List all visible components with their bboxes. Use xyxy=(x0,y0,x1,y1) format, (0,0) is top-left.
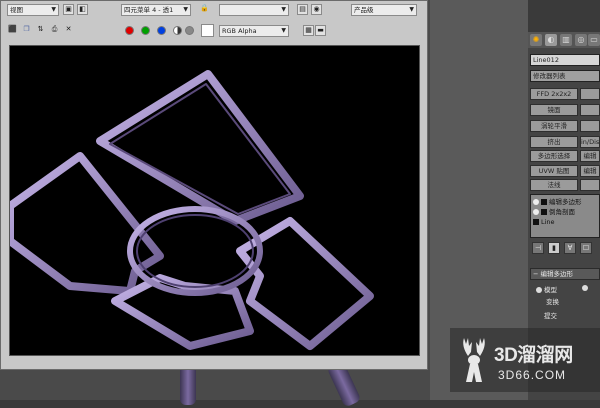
modifier-button[interactable]: 多边形选择 xyxy=(530,150,578,162)
radio-icon xyxy=(536,287,542,293)
render-viewport xyxy=(9,45,420,356)
modifier-stack: 编辑多边形 倒角剖面 Line xyxy=(530,194,600,238)
expand-icon[interactable] xyxy=(541,209,547,215)
edit-poly-rollout[interactable]: − 编辑多边形 xyxy=(530,268,600,280)
modifier-button[interactable]: 法线 xyxy=(530,179,578,191)
modifier-button[interactable] xyxy=(580,104,600,116)
alpha-channel-icon[interactable] xyxy=(173,26,182,35)
background-object xyxy=(180,365,196,405)
pin-stack-icon[interactable]: ⊣ xyxy=(532,242,544,254)
stack-controls: ⊣ ▮ ∀ ☐ xyxy=(530,242,600,256)
modifier-button[interactable]: 编辑 xyxy=(580,150,600,162)
blue-channel-icon[interactable] xyxy=(157,26,166,35)
rendered-ceiling-model xyxy=(10,70,374,350)
watermark: 3D溜溜网 3D66.COM xyxy=(450,328,600,392)
stack-item[interactable]: 倒角剖面 xyxy=(533,207,575,217)
view-dropdown[interactable]: 视图 ▼ xyxy=(7,4,59,16)
watermark-domain: 3D66.COM xyxy=(498,368,567,382)
green-channel-icon[interactable] xyxy=(141,26,150,35)
environment-icon[interactable]: ◉ xyxy=(311,4,322,15)
modifier-button[interactable] xyxy=(580,88,600,100)
hierarchy-tab-icon[interactable]: ▥ xyxy=(560,34,572,46)
object-name-field[interactable]: Line012 xyxy=(530,54,600,66)
clone-frame-icon[interactable]: ⇅ xyxy=(35,25,46,36)
modifier-button[interactable]: 挤出 xyxy=(530,136,578,148)
quad-menu-dropdown[interactable]: 四元菜单 4 - 透1 ▼ xyxy=(121,4,191,16)
watermark-brand: 3D溜溜网 xyxy=(494,345,573,366)
render-setup-icon[interactable]: ▤ xyxy=(297,4,308,15)
rendered-frame-window: 视图 ▼ ▣ ◧ 四元菜单 4 - 透1 ▼ 🔒 ▼ ▤ ◉ 产品级 ▼ ⬛ ❐ ⇅ … xyxy=(0,0,428,370)
modifier-button[interactable]: 编辑 xyxy=(580,165,600,177)
lightbulb-icon[interactable] xyxy=(533,209,539,215)
render-region-icon[interactable]: ▣ xyxy=(63,4,74,15)
toggle-overlay-icon[interactable]: ▬ xyxy=(315,25,326,36)
lock-icon[interactable]: 🔒 xyxy=(199,4,210,15)
commit-label[interactable]: 提交 xyxy=(544,310,557,320)
lightbulb-icon[interactable] xyxy=(533,199,539,205)
render-toolbar-bottom: ⬛ ❐ ⇅ ⎙ ✕ RGB Alpha ▼ ▦ ▬ xyxy=(3,23,425,39)
modifier-button[interactable] xyxy=(580,179,600,191)
command-panel-tabs: ✺ ◐ ▥ ◎ ▭ xyxy=(528,32,600,48)
modify-tab-icon[interactable]: ◐ xyxy=(545,34,557,46)
model-radio[interactable]: 模型 xyxy=(536,284,557,294)
modifier-list-dropdown[interactable]: 修改器列表 xyxy=(530,70,600,82)
display-tab-icon[interactable]: ▭ xyxy=(588,34,600,46)
create-tab-icon[interactable]: ✺ xyxy=(530,34,542,46)
crop-icon[interactable]: ◧ xyxy=(77,4,88,15)
modifier-button[interactable]: UVW 贴图 xyxy=(530,165,578,177)
motion-tab-icon[interactable]: ◎ xyxy=(575,34,587,46)
mono-channel-icon[interactable] xyxy=(185,26,194,35)
clear-icon[interactable]: ✕ xyxy=(63,25,74,36)
product-level-dropdown[interactable]: 产品级 ▼ xyxy=(351,4,417,16)
collapse-icon: − xyxy=(533,270,541,278)
make-unique-icon[interactable]: ∀ xyxy=(564,242,576,254)
print-icon[interactable]: ⎙ xyxy=(49,25,60,36)
save-image-icon[interactable]: ⬛ xyxy=(7,25,18,36)
stack-item[interactable]: 编辑多边形 xyxy=(533,197,582,207)
red-channel-icon[interactable] xyxy=(125,26,134,35)
expand-icon[interactable] xyxy=(533,219,539,225)
modifier-button[interactable]: 镜面 xyxy=(530,104,578,116)
line-dropdown[interactable]: ▼ xyxy=(219,4,289,16)
channel-dropdown[interactable]: RGB Alpha ▼ xyxy=(219,25,289,37)
stack-item[interactable]: Line xyxy=(533,217,555,227)
copy-image-icon[interactable]: ❐ xyxy=(21,25,32,36)
deer-logo-icon xyxy=(463,338,485,382)
toggle-ui-icon[interactable]: ▦ xyxy=(303,25,314,36)
modifier-button[interactable]: 涡轮平滑 xyxy=(530,120,578,132)
show-end-result-icon[interactable]: ▮ xyxy=(548,242,560,254)
modifier-button[interactable]: FFD 2x2x2 xyxy=(530,88,578,100)
radio-icon[interactable] xyxy=(582,284,590,292)
color-swatch[interactable] xyxy=(201,24,214,37)
expand-icon[interactable] xyxy=(541,199,547,205)
remove-modifier-icon[interactable]: ☐ xyxy=(580,242,592,254)
modifier-button[interactable] xyxy=(580,120,600,132)
modifier-button[interactable]: in/Dis xyxy=(580,136,600,148)
transform-label[interactable]: 变换 xyxy=(546,296,559,306)
render-toolbar-top: 视图 ▼ ▣ ◧ 四元菜单 4 - 透1 ▼ 🔒 ▼ ▤ ◉ 产品级 ▼ xyxy=(3,2,425,18)
